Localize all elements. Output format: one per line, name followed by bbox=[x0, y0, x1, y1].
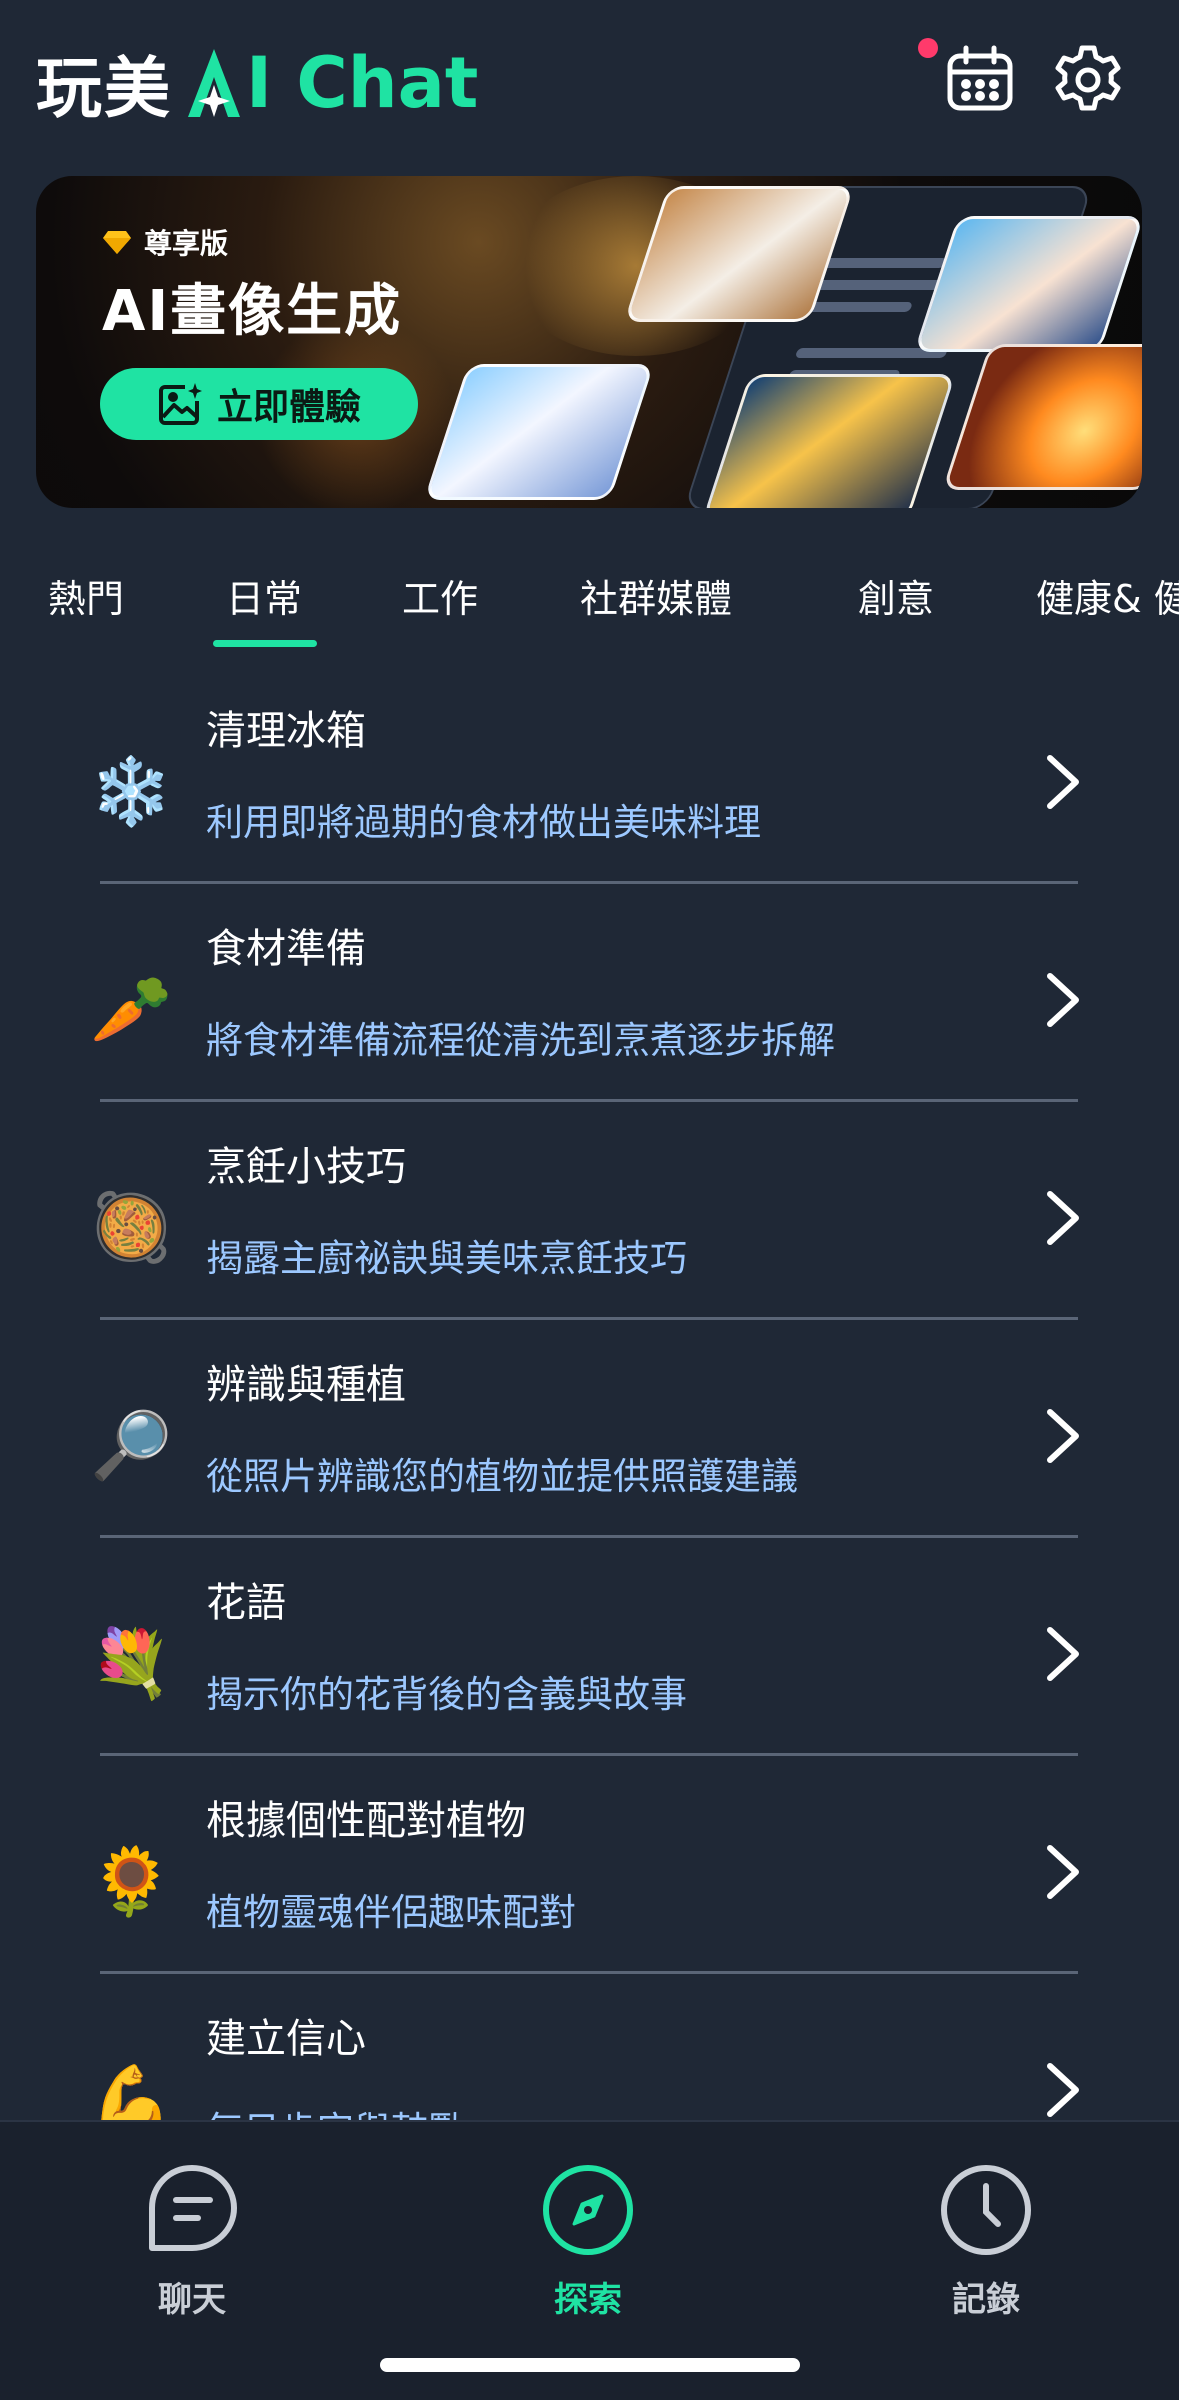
carrot-icon: 🥕 bbox=[90, 971, 173, 1048]
logo-chinese-text: 玩美 bbox=[36, 50, 172, 127]
compass-icon bbox=[543, 2165, 633, 2255]
list-item-title: 清理冰箱 bbox=[206, 708, 366, 754]
gear-icon bbox=[1055, 45, 1121, 111]
flexed-biceps-icon: 💪 bbox=[90, 2061, 173, 2120]
list-item-title: 花語 bbox=[206, 1580, 286, 1626]
chevron-right-icon bbox=[1047, 2063, 1079, 2117]
list-item-subtitle: 植物靈魂伴侶趣味配對 bbox=[206, 1891, 576, 1934]
try-now-label: 立即體驗 bbox=[216, 387, 361, 428]
bouquet-icon: 💐 bbox=[90, 1625, 173, 1702]
premium-badge: 尊享版 bbox=[102, 222, 228, 262]
tab-daily[interactable]: 日常 bbox=[226, 568, 302, 623]
list-item-cooking-tips[interactable]: 🥘 烹飪小技巧 揭露主廚祕訣與美味烹飪技巧 bbox=[0, 1108, 1179, 1326]
list-item-subtitle: 每日肯定與鼓勵 bbox=[206, 2100, 465, 2120]
divider bbox=[100, 1535, 1078, 1538]
nav-explore[interactable]: 探索 bbox=[488, 2162, 688, 2352]
nav-chat-label: 聊天 bbox=[158, 2280, 226, 2320]
list-item-clean-fridge[interactable]: ❄️ 清理冰箱 利用即將過期的食材做出美味料理 bbox=[0, 672, 1179, 890]
active-tab-indicator bbox=[213, 640, 317, 647]
nav-explore-label: 探索 bbox=[554, 2280, 622, 2320]
calendar-button[interactable] bbox=[940, 40, 1020, 120]
divider bbox=[100, 1971, 1078, 1974]
chevron-right-icon bbox=[1047, 1845, 1079, 1899]
tab-hot[interactable]: 熱門 bbox=[48, 568, 124, 623]
divider bbox=[100, 1317, 1078, 1320]
clock-icon bbox=[941, 2165, 1031, 2255]
list-item-subtitle: 將食材準備流程從清洗到烹煮逐步拆解 bbox=[206, 1019, 835, 1062]
logo-english-text: I Chat bbox=[246, 42, 479, 124]
list-item-subtitle: 揭示你的花背後的含義與故事 bbox=[206, 1673, 687, 1716]
chevron-right-icon bbox=[1047, 755, 1079, 809]
nav-chat[interactable]: 聊天 bbox=[92, 2162, 292, 2352]
tab-work[interactable]: 工作 bbox=[402, 568, 478, 623]
list-item-plant-personality[interactable]: 🌻 根據個性配對植物 植物靈魂伴侶趣味配對 bbox=[0, 1762, 1179, 1980]
banner-image-castle bbox=[423, 364, 655, 500]
list-item-title: 根據個性配對植物 bbox=[206, 1798, 526, 1844]
paella-pan-icon: 🥘 bbox=[90, 1189, 173, 1266]
calendar-icon bbox=[947, 45, 1013, 111]
divider bbox=[100, 1753, 1078, 1756]
chevron-right-icon bbox=[1047, 1409, 1079, 1463]
magnifier-icon: 🔎 bbox=[90, 1407, 173, 1484]
promo-banner[interactable]: 尊享版 AI畫像生成 立即體驗 bbox=[36, 176, 1142, 508]
divider bbox=[100, 1099, 1078, 1102]
divider bbox=[100, 881, 1078, 884]
tab-creative[interactable]: 創意 bbox=[858, 568, 934, 623]
image-sparkle-icon bbox=[158, 383, 202, 425]
snowflake-icon: ❄️ bbox=[90, 753, 173, 830]
list-item-subtitle: 從照片辨識您的植物並提供照護建議 bbox=[206, 1455, 798, 1498]
category-tabs: 熱門 日常 工作 社群媒體 創意 健康& 健 bbox=[0, 540, 1179, 650]
notification-dot bbox=[918, 38, 938, 58]
list-item-build-confidence[interactable]: 💪 建立信心 每日肯定與鼓勵 bbox=[0, 1980, 1179, 2120]
list-item-title: 烹飪小技巧 bbox=[206, 1144, 406, 1190]
chat-bubble-icon bbox=[149, 2165, 237, 2251]
app-header: 玩美 I Chat bbox=[0, 0, 1179, 160]
banner-title: AI畫像生成 bbox=[102, 279, 403, 344]
topic-list: ❄️ 清理冰箱 利用即將過期的食材做出美味料理 🥕 食材準備 將食材準備流程從清… bbox=[0, 672, 1179, 2120]
sunflower-icon: 🌻 bbox=[90, 1843, 173, 1920]
nav-history-label: 記錄 bbox=[952, 2280, 1020, 2320]
list-item-ingredient-prep[interactable]: 🥕 食材準備 將食材準備流程從清洗到烹煮逐步拆解 bbox=[0, 890, 1179, 1108]
app-logo: 玩美 I Chat bbox=[36, 38, 478, 128]
chevron-right-icon bbox=[1047, 1191, 1079, 1245]
list-item-title: 食材準備 bbox=[206, 926, 366, 972]
list-item-subtitle: 揭露主廚祕訣與美味烹飪技巧 bbox=[206, 1237, 687, 1280]
settings-button[interactable] bbox=[1048, 40, 1128, 120]
tab-social-media[interactable]: 社群媒體 bbox=[580, 568, 732, 623]
list-item-title: 建立信心 bbox=[206, 2016, 366, 2062]
list-item-identify-plants[interactable]: 🔎 辨識與種植 從照片辨識您的植物並提供照護建議 bbox=[0, 1326, 1179, 1544]
home-indicator bbox=[380, 2358, 800, 2372]
chevron-right-icon bbox=[1047, 973, 1079, 1027]
nav-history[interactable]: 記錄 bbox=[886, 2162, 1086, 2352]
diamond-icon bbox=[103, 231, 131, 254]
list-item-title: 辨識與種植 bbox=[206, 1362, 406, 1408]
premium-badge-label: 尊享版 bbox=[144, 227, 229, 260]
list-item-subtitle: 利用即將過期的食材做出美味料理 bbox=[206, 801, 761, 844]
tab-health[interactable]: 健康& 健 bbox=[1036, 568, 1179, 623]
list-item-flower-language[interactable]: 💐 花語 揭示你的花背後的含義與故事 bbox=[0, 1544, 1179, 1762]
chevron-right-icon bbox=[1047, 1627, 1079, 1681]
try-now-button[interactable]: 立即體驗 bbox=[100, 368, 418, 440]
logo-a-star-icon bbox=[188, 49, 240, 117]
